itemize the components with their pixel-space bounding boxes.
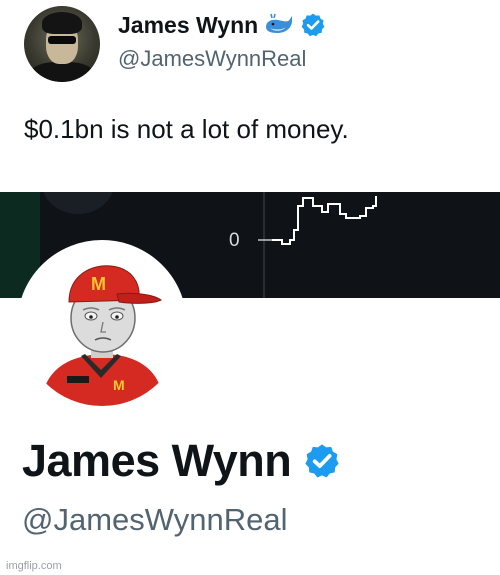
svg-text:M: M [113,377,125,393]
tweet-text: $0.1bn is not a lot of money. [24,114,349,144]
tweet-author-name[interactable]: James Wynn [118,12,258,39]
svg-text:M: M [91,274,106,294]
tweet-name-row: James Wynn [118,8,326,42]
tweet-author-handle[interactable]: @JamesWynnReal [118,46,306,72]
profile-name-row: James Wynn [22,435,341,487]
verified-badge-icon [305,444,339,478]
avatar-coat [30,62,94,82]
avatar-hair [42,12,82,34]
whale-icon [266,13,293,33]
tweet-avatar[interactable] [24,6,100,82]
chart-zero-label: 0 [229,230,240,251]
tweet-card: James Wynn @JamesWynnReal $0.1bn is not … [0,0,500,192]
profile-handle[interactable]: @JamesWynnReal [22,502,288,538]
imgflip-watermark: imgflip.com [6,560,62,572]
pnl-line [272,196,377,245]
profile-avatar[interactable]: M M [17,240,187,410]
verified-badge-icon [301,13,325,37]
profile-display-name[interactable]: James Wynn [22,435,292,487]
sunglasses-icon [48,36,76,44]
wojak-mcdonalds-icon: M M [21,244,183,406]
